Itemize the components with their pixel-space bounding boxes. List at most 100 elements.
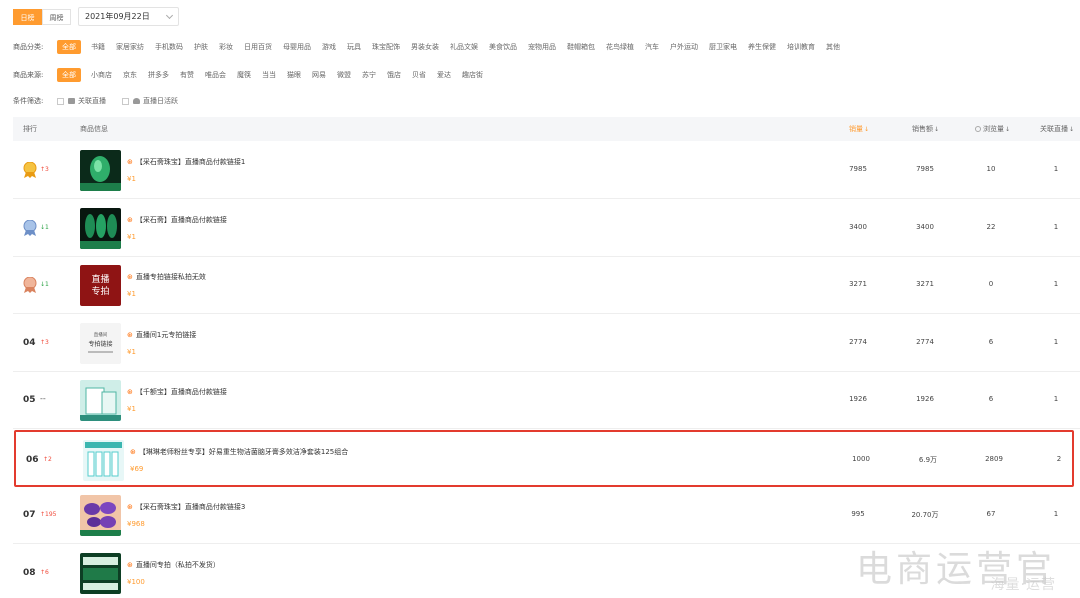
table-row[interactable]: 06 ↑2 ⊛ 【琳琳老师粉丝专享】好易重生物洁菌脑牙膏多效洁净套装125组合 ¥69 1… [14, 429, 1074, 487]
rank-number: 08 [23, 567, 36, 578]
category-item[interactable]: 汽车 [645, 42, 659, 52]
checkbox-live-active[interactable]: 直播日活跃 [122, 96, 178, 106]
source-item[interactable]: 有赞 [180, 70, 194, 80]
source-item[interactable]: 饿店 [387, 70, 401, 80]
product-thumbnail[interactable]: 直播 专拍 [80, 265, 121, 306]
category-item[interactable]: 游戏 [322, 42, 336, 52]
category-item[interactable]: 护肤 [194, 42, 208, 52]
category-item[interactable]: 培训教育 [787, 42, 815, 52]
category-item[interactable]: 养生保健 [748, 42, 776, 52]
product-title[interactable]: ⊛ 直播间1元专拍链接 [127, 330, 196, 340]
watermark: 电商运营官 海量·运营 [856, 540, 1056, 593]
source-item[interactable]: 唯品会 [205, 70, 226, 80]
header-sales-amount[interactable]: 销售额↓ [912, 117, 939, 142]
category-item[interactable]: 男装女装 [411, 42, 439, 52]
source-all[interactable]: 全部 [57, 68, 81, 82]
category-item[interactable]: 鞋帽箱包 [567, 42, 595, 52]
source-item[interactable]: 爱达 [437, 70, 451, 80]
source-item[interactable]: 猫眼 [287, 70, 301, 80]
product-title[interactable]: ⊛ 【琳琳老师粉丝专享】好易重生物洁菌脑牙膏多效洁净套装125组合 [130, 447, 348, 457]
source-item[interactable]: 当当 [262, 70, 276, 80]
product-title[interactable]: ⊛ 直播专拍链接私拍无效 [127, 272, 206, 282]
medal-icon [23, 276, 37, 293]
header-views[interactable]: 浏览量↓ [975, 117, 1010, 142]
source-item[interactable]: 苏宁 [362, 70, 376, 80]
tab-weekly[interactable]: 周榜 [42, 9, 71, 25]
source-item[interactable]: 贝省 [412, 70, 426, 80]
svg-text:专拍: 专拍 [91, 285, 109, 297]
live-count-value: 2 [1056, 454, 1062, 463]
sales-amount-value: 3400 [916, 222, 934, 231]
views-value: 0 [988, 280, 994, 288]
product-title[interactable]: ⊛ 【采石斋珠宝】直播商品付款链接3 [127, 502, 245, 512]
product-title[interactable]: ⊛ 【千额宝】直播商品付款链接 [127, 387, 227, 397]
category-item[interactable]: 日用百货 [244, 42, 272, 52]
source-item[interactable]: 微盟 [337, 70, 351, 80]
source-label: 商品来源: [13, 71, 44, 79]
flame-tag-icon: ⊛ [127, 503, 133, 511]
date-picker[interactable]: 2021年09月22日 [78, 7, 179, 26]
tab-daily[interactable]: 日榜 [13, 9, 42, 25]
product-title[interactable]: ⊛ 【采石斋】直播商品付款链接 [127, 215, 227, 225]
table-row[interactable]: 04 ↑3 直播间 专拍链接 ⊛ 直播间1元专拍链接 ¥1 2774 2774 6 1 [13, 315, 1080, 372]
product-title[interactable]: ⊛ 直播间专拍（私拍不发货） [127, 560, 220, 570]
product-thumbnail[interactable] [80, 207, 121, 249]
table-row[interactable]: ↓1 ⊛ 【采石斋】直播商品付款链接 ¥1 3400 3400 22 1 [13, 200, 1080, 257]
source-filter: 商品来源: 全部 小商店 京东 拼多多 有赞 唯品会 魔筷 当当 猫眼 网易 微… [13, 68, 494, 82]
svg-text:直播间: 直播间 [94, 331, 108, 338]
category-item[interactable]: 美食饮品 [489, 42, 517, 52]
table-row[interactable]: ↑3 ⊛ 【采石斋珠宝】直播商品付款链接1 ¥1 7985 7985 10 1 [13, 142, 1080, 199]
rank-trend: ↑3 [40, 338, 49, 346]
category-item[interactable]: 书籍 [91, 42, 105, 52]
checkbox-box[interactable] [57, 97, 64, 105]
views-value: 67 [986, 510, 996, 518]
table-row[interactable]: ↓1 直播 专拍 ⊛ 直播专拍链接私拍无效 ¥1 3271 3271 0 1 [13, 257, 1080, 314]
category-item[interactable]: 厨卫家电 [709, 42, 737, 52]
product-thumbnail[interactable] [80, 495, 121, 536]
category-item[interactable]: 玩具 [347, 42, 361, 52]
category-item[interactable]: 手机数码 [155, 42, 183, 52]
product-thumbnail[interactable]: 直播间 专拍链接 [80, 322, 121, 364]
table-row[interactable]: 07 ↑195 ⊛ 【采石斋珠宝】直播商品付款链接3 ¥968 995 20.70万 67 1 [13, 487, 1080, 544]
source-item[interactable]: 小商店 [91, 70, 112, 80]
source-item[interactable]: 拼多多 [148, 70, 169, 80]
sales-value: 1000 [852, 454, 870, 463]
category-item[interactable]: 母婴用品 [283, 42, 311, 52]
flame-tag-icon: ⊛ [127, 273, 133, 281]
table-row[interactable]: 05 -- ⊛ 【千额宝】直播商品付款链接 ¥1 1926 1926 6 1 [13, 372, 1080, 429]
category-item[interactable]: 户外运动 [670, 42, 698, 52]
category-item[interactable]: 彩妆 [219, 42, 233, 52]
rank-trend: -- [40, 394, 46, 403]
checkbox-live-linked[interactable]: 关联直播 [57, 96, 106, 106]
category-item[interactable]: 礼品文娱 [450, 42, 478, 52]
source-item[interactable]: 京东 [123, 70, 137, 80]
header-sales[interactable]: 销量↓ [849, 117, 869, 142]
product-thumbnail[interactable] [80, 552, 121, 594]
product-title-text: 【采石斋】直播商品付款链接 [135, 215, 227, 224]
source-item[interactable]: 趣店街 [462, 70, 483, 80]
sales-amount-value: 7985 [916, 165, 934, 173]
checkbox-box[interactable] [122, 97, 129, 105]
source-item[interactable]: 魔筷 [237, 70, 251, 80]
source-item[interactable]: 网易 [312, 70, 326, 80]
category-item[interactable]: 花鸟绿植 [606, 42, 634, 52]
sales-value: 7985 [849, 165, 867, 173]
rank-trend: ↓1 [40, 223, 49, 231]
table-header: 排行 商品信息 销量↓ 销售额↓ 浏览量↓ 关联直播↓ [13, 117, 1080, 141]
category-all[interactable]: 全部 [57, 40, 81, 54]
header-live[interactable]: 关联直播↓ [1040, 117, 1074, 142]
sales-value: 3271 [849, 280, 867, 288]
category-item[interactable]: 宠物用品 [528, 42, 556, 52]
product-thumbnail[interactable] [80, 380, 121, 421]
product-thumbnail[interactable] [83, 439, 124, 481]
condition-filter: 条件筛选: 关联直播 直播日活跃 [13, 94, 194, 108]
product-title[interactable]: ⊛ 【采石斋珠宝】直播商品付款链接1 [127, 157, 245, 167]
rank-number: 05 [23, 395, 36, 405]
category-item[interactable]: 家居家纺 [116, 42, 144, 52]
category-item[interactable]: 珠宝配饰 [372, 42, 400, 52]
product-thumbnail[interactable] [80, 150, 121, 191]
flame-tag-icon: ⊛ [127, 330, 133, 339]
live-count-value: 1 [1053, 165, 1059, 173]
sales-amount-value: 3271 [916, 280, 934, 288]
category-item[interactable]: 其他 [826, 42, 840, 52]
